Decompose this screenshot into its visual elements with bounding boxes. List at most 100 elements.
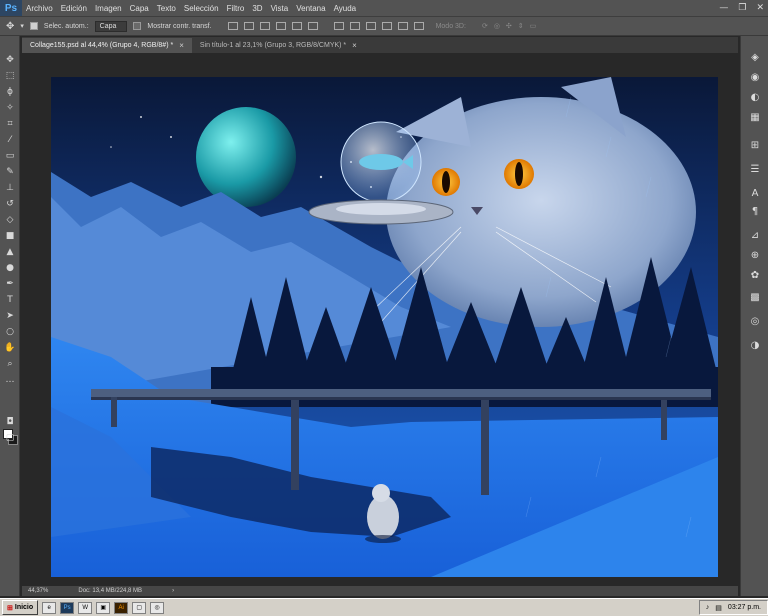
- character-panel-icon[interactable]: A: [749, 188, 761, 200]
- auto-select-checkbox[interactable]: [29, 22, 38, 30]
- tray-network-icon[interactable]: ▤: [715, 604, 722, 612]
- taskbar-app-explorer[interactable]: ▣: [96, 601, 111, 614]
- distribute-left-icon[interactable]: [381, 22, 392, 30]
- clone-stamp-tool-icon[interactable]: ⊥: [4, 182, 16, 194]
- align-left-icon[interactable]: [275, 22, 286, 30]
- taskbar-app-illustrator[interactable]: Ai: [114, 601, 129, 614]
- document-canvas[interactable]: [51, 77, 718, 577]
- menu-archivo[interactable]: Archivo: [22, 4, 57, 13]
- align-center-icon[interactable]: [291, 22, 302, 30]
- menu-imagen[interactable]: Imagen: [91, 4, 126, 13]
- blur-tool-icon[interactable]: ▲: [4, 246, 16, 258]
- close-button[interactable]: ✕: [756, 3, 764, 13]
- eraser-tool-icon[interactable]: ◇: [4, 214, 16, 226]
- menu-capa[interactable]: Capa: [126, 4, 153, 13]
- windows-logo-icon: ⊞: [7, 604, 13, 612]
- channels-panel-icon[interactable]: ◉: [749, 72, 761, 84]
- move-tool-icon[interactable]: ✥: [4, 54, 16, 66]
- status-menu-arrow[interactable]: ›: [172, 588, 174, 594]
- auto-select-dropdown[interactable]: Capa: [94, 20, 128, 32]
- paragraph-panel-icon[interactable]: ¶: [749, 206, 761, 218]
- shape-tool-icon[interactable]: ○: [4, 326, 16, 338]
- histogram-panel-icon[interactable]: ◑: [749, 340, 761, 352]
- distribute-bottom-icon[interactable]: [365, 22, 376, 30]
- menu-edicion[interactable]: Edición: [57, 4, 91, 13]
- panel-dock: ◈ ◉ ◐ ▦ ⊞ ☰ A ¶ ⊿ ⊕ ✿ ▩ ◎ ◑: [740, 36, 768, 596]
- taskbar-app-word[interactable]: W: [78, 601, 93, 614]
- menu-vista[interactable]: Vista: [267, 4, 293, 13]
- color-panel-icon[interactable]: ◐: [749, 92, 761, 104]
- swatches-panel-icon[interactable]: ▩: [749, 292, 761, 304]
- pen-tool-icon[interactable]: ✒: [4, 278, 16, 290]
- styles-panel-icon[interactable]: ✿: [749, 270, 761, 282]
- layers-panel-icon[interactable]: ◈: [749, 52, 761, 64]
- align-bottom-icon[interactable]: [259, 22, 270, 30]
- close-icon[interactable]: ×: [352, 41, 357, 50]
- menu-3d[interactable]: 3D: [248, 4, 266, 13]
- marquee-tool-icon[interactable]: ⬚: [4, 70, 16, 82]
- menu-ventana[interactable]: Ventana: [292, 4, 329, 13]
- slide-3d-icon[interactable]: ⇕: [518, 22, 524, 30]
- distribute-top-icon[interactable]: [333, 22, 344, 30]
- taskbar-app-media[interactable]: ◎: [150, 601, 165, 614]
- restore-button[interactable]: ❐: [738, 3, 746, 13]
- magic-wand-tool-icon[interactable]: ✧: [4, 102, 16, 114]
- start-label: Inicio: [14, 604, 34, 611]
- rotate-3d-icon[interactable]: ⟳: [482, 22, 488, 30]
- path-selection-tool-icon[interactable]: ➤: [4, 310, 16, 322]
- tool-preset-dropdown-icon[interactable]: ▾: [20, 22, 24, 30]
- clock[interactable]: 03:27 p.m.: [728, 604, 761, 611]
- show-transform-checkbox[interactable]: [133, 22, 142, 30]
- menu-bar: Ps Archivo Edición Imagen Capa Texto Sel…: [0, 0, 768, 16]
- lasso-tool-icon[interactable]: ϕ: [4, 86, 16, 98]
- minimize-button[interactable]: —: [719, 3, 728, 13]
- close-icon[interactable]: ×: [179, 41, 184, 50]
- zoom-tool-icon[interactable]: ⌕: [4, 358, 16, 370]
- tray-volume-icon[interactable]: ♪: [706, 604, 710, 611]
- taskbar-app-browser[interactable]: e: [42, 601, 57, 614]
- dodge-tool-icon[interactable]: ●: [4, 262, 16, 274]
- move-tool-icon[interactable]: ✥: [6, 21, 14, 32]
- paths-panel-icon[interactable]: ▦: [749, 112, 761, 124]
- zoom-level[interactable]: 44,37%: [28, 588, 48, 594]
- screen-mode-icon[interactable]: ▢: [4, 432, 16, 444]
- brush-settings-icon[interactable]: ⊿: [749, 230, 761, 242]
- clone-source-icon[interactable]: ⊕: [749, 250, 761, 262]
- drag-3d-icon[interactable]: ✣: [506, 22, 512, 30]
- mode-3d-label: Modo 3D:: [435, 22, 466, 30]
- scale-3d-icon[interactable]: ▭: [530, 22, 537, 30]
- menu-seleccion[interactable]: Selección: [180, 4, 223, 13]
- align-middle-icon[interactable]: [243, 22, 254, 30]
- healing-brush-tool-icon[interactable]: ▭: [4, 150, 16, 162]
- adjustments-panel-icon[interactable]: ☰: [749, 164, 761, 176]
- menu-ayuda[interactable]: Ayuda: [330, 4, 361, 13]
- align-right-icon[interactable]: [307, 22, 318, 30]
- taskbar-app-photoshop[interactable]: Ps: [60, 601, 75, 614]
- menu-texto[interactable]: Texto: [153, 4, 180, 13]
- brush-tool-icon[interactable]: ✎: [4, 166, 16, 178]
- eyedropper-tool-icon[interactable]: ⁄: [4, 134, 16, 146]
- navigator-panel-icon[interactable]: ◎: [749, 316, 761, 328]
- document-workspace[interactable]: [22, 53, 738, 586]
- status-bar: 44,37% Doc: 13,4 MB/224,8 MB ›: [22, 586, 738, 596]
- more-tools-icon[interactable]: …: [4, 374, 16, 386]
- distribute-middle-icon[interactable]: [349, 22, 360, 30]
- gradient-tool-icon[interactable]: ■: [4, 230, 16, 242]
- tab-label: Collage155.psd al 44,4% (Grupo 4, RGB/8#…: [30, 42, 174, 49]
- align-top-icon[interactable]: [227, 22, 238, 30]
- menu-filtro[interactable]: Filtro: [223, 4, 249, 13]
- crop-tool-icon[interactable]: ⌗: [4, 118, 16, 130]
- distribute-center-icon[interactable]: [397, 22, 408, 30]
- tab-sin-titulo-1[interactable]: Sin título-1 al 23,1% (Grupo 3, RGB/8/CM…: [192, 38, 365, 53]
- show-transform-label: Mostrar contr. transf.: [147, 22, 212, 30]
- distribute-right-icon[interactable]: [413, 22, 424, 30]
- history-brush-tool-icon[interactable]: ↺: [4, 198, 16, 210]
- quick-mask-icon[interactable]: ◘: [4, 416, 16, 428]
- hand-tool-icon[interactable]: ✋: [4, 342, 16, 354]
- roll-3d-icon[interactable]: ◎: [494, 22, 500, 30]
- start-button[interactable]: ⊞ Inicio: [2, 600, 39, 615]
- type-tool-icon[interactable]: T: [4, 294, 16, 306]
- properties-panel-icon[interactable]: ⊞: [749, 140, 761, 152]
- taskbar-app-window[interactable]: ▢: [132, 601, 147, 614]
- tab-collage155[interactable]: Collage155.psd al 44,4% (Grupo 4, RGB/8#…: [22, 38, 192, 53]
